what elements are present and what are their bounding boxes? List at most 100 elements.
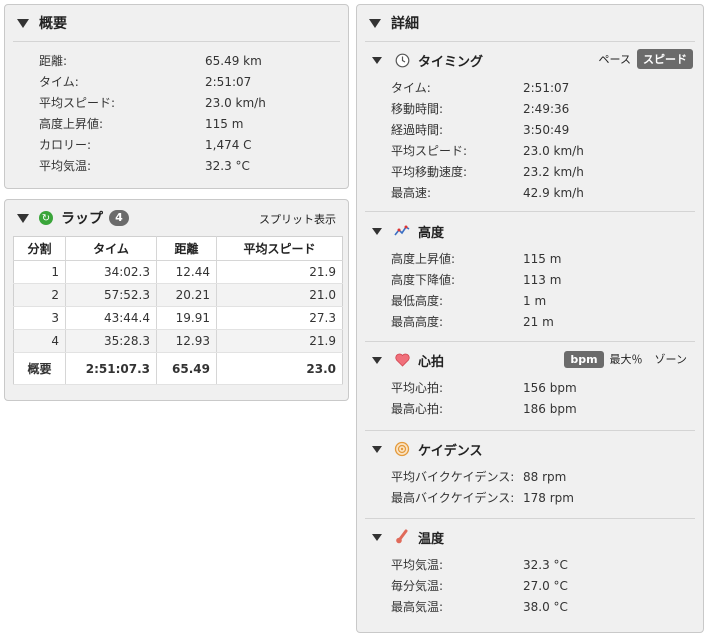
timing-row: タイム: 2:51:07 <box>357 77 703 98</box>
timing-toggle-group: ペース スピード <box>593 49 693 69</box>
lap-distance: 19.91 <box>156 306 217 330</box>
table-row[interactable]: 4 35:28.3 12.93 21.9 <box>13 329 343 353</box>
heart-rate-row: 最高心拍: 186 bpm <box>357 398 703 419</box>
temperature-title: 温度 <box>418 531 445 547</box>
row-value: 115 m <box>523 251 562 266</box>
row-label: 高度上昇値: <box>39 117 104 131</box>
lap-number: 4 <box>13 329 66 353</box>
collapse-triangle-icon[interactable] <box>372 56 382 64</box>
collapse-triangle-icon[interactable] <box>372 445 382 453</box>
row-value: 42.9 km/h <box>523 185 584 200</box>
toggle-zone[interactable]: ゾーン <box>649 349 693 369</box>
details-header[interactable]: 詳細 <box>357 5 703 41</box>
cadence-row: 最高バイクケイデンス: 178 rpm <box>357 487 703 508</box>
cadence-section: ケイデンス 平均バイクケイデンス: 88 rpm 最高バイクケイデンス: 178 r… <box>357 434 703 508</box>
heart-rate-row: 平均心拍: 156 bpm <box>357 377 703 398</box>
row-value: 2:51:07 <box>523 80 570 95</box>
overview-row-calories: カロリー: 1,474 C <box>5 134 348 155</box>
row-value: 23.0 km/h <box>523 143 584 158</box>
row-label: 高度上昇値: <box>391 252 456 266</box>
timing-row: 移動時間: 2:49:36 <box>357 98 703 119</box>
row-value: 3:50:49 <box>523 122 570 137</box>
collapse-triangle-icon[interactable] <box>372 227 382 235</box>
heart-rate-toggle-group: bpm 最大％ ゾーン <box>564 349 693 369</box>
row-label: 最高気温: <box>391 600 444 614</box>
heart-rate-section: 心拍 bpm 最大％ ゾーン 平均心拍: 156 bpm 最高心拍: 186 bpm <box>357 345 703 419</box>
total-time: 2:51:07.3 <box>65 352 157 385</box>
heart-rate-rows: 平均心拍: 156 bpm 最高心拍: 186 bpm <box>357 375 703 419</box>
lap-number: 1 <box>13 260 66 284</box>
row-label: 平均バイクケイデンス: <box>391 470 515 484</box>
elevation-row: 高度上昇値: 115 m <box>357 248 703 269</box>
elevation-row: 高度下降値: 113 m <box>357 269 703 290</box>
collapse-triangle-icon[interactable] <box>369 18 381 28</box>
temperature-rows: 平均気温: 32.3 °C 毎分気温: 27.0 °C 最高気温: 38.0 °C <box>357 552 703 617</box>
collapse-triangle-icon[interactable] <box>372 533 382 541</box>
thermometer-icon <box>394 529 410 545</box>
row-value: 186 bpm <box>523 401 577 416</box>
row-label: 高度下降値: <box>391 273 456 287</box>
section-divider <box>365 518 695 519</box>
split-view-link[interactable]: スプリット表示 <box>259 211 336 227</box>
col-distance[interactable]: 距離 <box>156 236 217 261</box>
row-label: 毎分気温: <box>391 579 444 593</box>
overview-panel: 概要 距離: 65.49 km タイム: 2:51:07 平均スピード: 23.0 k… <box>4 4 349 189</box>
toggle-max-percent[interactable]: 最大％ <box>604 349 649 369</box>
overview-row-avg-temp: 平均気温: 32.3 °C <box>5 155 348 176</box>
timing-row: 経過時間: 3:50:49 <box>357 119 703 140</box>
row-label: カロリー: <box>39 138 92 152</box>
collapse-triangle-icon[interactable] <box>372 356 382 364</box>
overview-row-distance: 距離: 65.49 km <box>5 50 348 71</box>
cadence-icon <box>394 441 410 457</box>
timing-row: 平均移動速度: 23.2 km/h <box>357 161 703 182</box>
row-label: 距離: <box>39 54 68 68</box>
row-label: 経過時間: <box>391 123 444 137</box>
total-label: 概要 <box>13 352 66 385</box>
section-divider <box>365 430 695 431</box>
temperature-header[interactable]: 温度 <box>357 522 703 552</box>
col-avg-speed[interactable]: 平均スピード <box>216 236 343 261</box>
cadence-title: ケイデンス <box>418 443 483 459</box>
row-value: 32.3 °C <box>523 557 568 572</box>
overview-rows: 距離: 65.49 km タイム: 2:51:07 平均スピード: 23.0 km/h… <box>5 42 348 176</box>
lap-avg-speed: 21.0 <box>216 283 343 307</box>
col-time[interactable]: タイム <box>65 236 157 261</box>
elevation-row: 最高高度: 21 m <box>357 311 703 332</box>
laps-panel: ↻ ラップ 4 スプリット表示 分割 タイム 距離 平均スピード 1 34:02… <box>4 199 349 401</box>
overview-header[interactable]: 概要 <box>5 5 348 41</box>
laps-table: 分割 タイム 距離 平均スピード 1 34:02.3 12.44 21.9 2 … <box>13 236 343 385</box>
row-value: 88 rpm <box>523 469 567 484</box>
lap-refresh-icon: ↻ <box>39 211 53 225</box>
total-avg-speed: 23.0 <box>216 352 343 385</box>
laps-header-row: 分割 タイム 距離 平均スピード <box>13 236 343 261</box>
section-divider <box>365 211 695 212</box>
row-label: タイム: <box>391 81 431 95</box>
collapse-triangle-icon[interactable] <box>17 18 29 28</box>
timing-section: タイミング ペース スピード タイム: 2:51:07 移動時間: 2:49:36 … <box>357 45 703 203</box>
table-row[interactable]: 2 57:52.3 20.21 21.0 <box>13 283 343 307</box>
elevation-rows: 高度上昇値: 115 m 高度下降値: 113 m 最低高度: 1 m 最高高度: 21… <box>357 246 703 332</box>
collapse-triangle-icon[interactable] <box>17 213 29 223</box>
cadence-header[interactable]: ケイデンス <box>357 434 703 464</box>
row-value: 23.0 km/h <box>205 95 266 110</box>
toggle-speed[interactable]: スピード <box>637 49 693 69</box>
section-divider <box>365 341 695 342</box>
elevation-header[interactable]: 高度 <box>357 216 703 246</box>
row-label: 最高高度: <box>391 315 444 329</box>
overview-row-elevation-gain: 高度上昇値: 115 m <box>5 113 348 134</box>
table-total-row: 概要 2:51:07.3 65.49 23.0 <box>13 352 343 385</box>
row-label: 最高心拍: <box>391 402 444 416</box>
toggle-pace[interactable]: ペース <box>593 49 637 69</box>
row-value: 21 m <box>523 314 554 329</box>
table-row[interactable]: 3 43:44.4 19.91 27.3 <box>13 306 343 330</box>
lap-time: 34:02.3 <box>65 260 157 284</box>
elevation-row: 最低高度: 1 m <box>357 290 703 311</box>
timing-row: 最高速: 42.9 km/h <box>357 182 703 203</box>
lap-time: 43:44.4 <box>65 306 157 330</box>
row-value: 2:51:07 <box>205 74 252 89</box>
toggle-bpm[interactable]: bpm <box>564 350 604 368</box>
col-split[interactable]: 分割 <box>13 236 66 261</box>
overview-row-time: タイム: 2:51:07 <box>5 71 348 92</box>
timing-rows: タイム: 2:51:07 移動時間: 2:49:36 経過時間: 3:50:49 平均… <box>357 75 703 203</box>
table-row[interactable]: 1 34:02.3 12.44 21.9 <box>13 260 343 284</box>
